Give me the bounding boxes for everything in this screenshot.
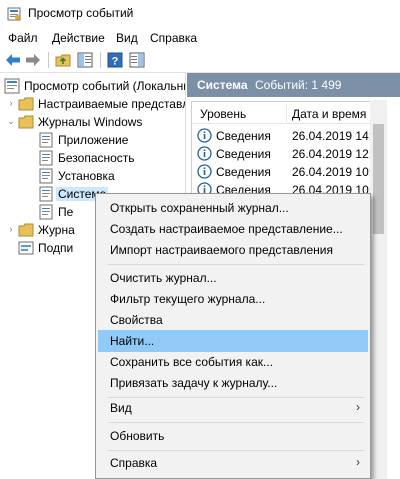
forward-arrow-icon[interactable] [24, 51, 42, 69]
event-viewer-app-icon [7, 7, 21, 21]
folder-icon [18, 97, 34, 111]
menu-separator [108, 450, 364, 451]
folder-icon [18, 115, 34, 129]
menu-item-help[interactable]: Справка › [98, 452, 368, 474]
menu-item-create-custom-view[interactable]: Создать настраиваемое представление... [98, 218, 368, 240]
log-icon [39, 132, 53, 148]
table-row[interactable]: Сведения 26.04.2019 10:31:1 [192, 163, 383, 181]
tree-item-label: Установка [58, 169, 115, 183]
toolbar-separator [100, 52, 101, 68]
subscriptions-icon [18, 241, 34, 255]
info-icon [197, 128, 212, 143]
tree-item-label: Просмотр событий (Локальны [24, 79, 186, 93]
log-icon [39, 186, 53, 202]
menu-item-view[interactable]: Вид › [98, 397, 368, 419]
menu-item-save-all-events[interactable]: Сохранить все события как... [98, 351, 368, 373]
title-bar: Просмотр событий [0, 0, 400, 28]
menu-item-open-saved-log[interactable]: Открыть сохраненный журнал... [98, 197, 368, 219]
pane-header: Система Событий: 1 499 [187, 73, 400, 97]
tree-item-label: Приложение [58, 133, 129, 147]
cell-level: Сведения [216, 165, 271, 179]
expand-arrow-icon[interactable]: › [6, 223, 16, 235]
info-icon [197, 146, 212, 161]
table-row[interactable]: Сведения 26.04.2019 12:00:0 [192, 145, 383, 163]
tree-item-windows-logs[interactable]: ⌄ Журналы Windows [0, 113, 185, 131]
scrollbar-thumb[interactable] [373, 124, 384, 234]
cell-level: Сведения [216, 129, 271, 143]
tree-item-custom-views[interactable]: › Настраиваемые представлени [0, 95, 186, 113]
tree-item-root[interactable]: Просмотр событий (Локальны [0, 77, 186, 95]
tree-item-label: Пе [58, 205, 74, 219]
table-header: Уровень Дата и время [192, 102, 383, 124]
log-icon [39, 168, 53, 184]
back-arrow-icon[interactable] [4, 51, 22, 69]
tree-item-label: Подпи [38, 241, 74, 255]
menu-item-find[interactable]: Найти... [98, 330, 368, 352]
expand-arrow-icon[interactable]: › [6, 97, 16, 109]
vertical-scrollbar[interactable] [370, 100, 387, 479]
menu-bar: Файл Действие Вид Справка [0, 28, 400, 48]
event-viewer-window: Просмотр событий Файл Действие Вид Справ… [0, 0, 400, 479]
help-icon[interactable]: ? [106, 51, 124, 69]
svg-text:?: ? [112, 56, 119, 68]
menu-file[interactable]: Файл [8, 31, 38, 45]
event-count: Событий: 1 499 [255, 78, 342, 92]
show-hide-tree-icon[interactable] [76, 51, 94, 69]
tree-item-security[interactable]: Безопасность [0, 149, 185, 167]
menu-separator [108, 264, 364, 265]
collapse-arrow-icon[interactable]: ⌄ [6, 115, 16, 127]
table-row[interactable]: Сведения 26.04.2019 14:29:1 [192, 127, 383, 145]
cell-level: Сведения [216, 147, 271, 161]
folder-up-icon[interactable] [54, 51, 72, 69]
submenu-arrow-icon: › [356, 455, 360, 469]
menu-help[interactable]: Справка [150, 31, 197, 45]
submenu-arrow-icon: › [356, 400, 360, 414]
event-viewer-icon [4, 78, 20, 94]
tree-item-label: Журна [38, 223, 75, 237]
folder-icon [18, 223, 34, 237]
tree-item-application[interactable]: Приложение [0, 131, 185, 149]
column-header-datetime[interactable]: Дата и время [292, 107, 366, 121]
menu-item-filter-current-log[interactable]: Фильтр текущего журнала... [98, 288, 368, 310]
tree-item-setup[interactable]: Установка [0, 167, 185, 185]
menu-item-import-custom-view[interactable]: Импорт настраиваемого представления [98, 239, 368, 261]
menu-item-properties[interactable]: Свойства [98, 309, 368, 331]
column-separator[interactable] [286, 104, 287, 122]
toolbar-separator [48, 52, 49, 68]
info-icon [197, 164, 212, 179]
pane-title: Система [197, 78, 248, 92]
toolbar: ? [0, 48, 400, 72]
tree-item-label: Настраиваемые представлени [38, 97, 185, 111]
context-menu: Открыть сохраненный журнал... Создать на… [95, 193, 371, 479]
tree-item-label: Журналы Windows [38, 115, 143, 129]
log-icon [39, 204, 53, 220]
menu-view[interactable]: Вид [116, 31, 138, 45]
show-hide-action-pane-icon[interactable] [128, 51, 146, 69]
column-header-level[interactable]: Уровень [200, 107, 246, 121]
tree-item-label: Безопасность [58, 151, 135, 165]
menu-item-attach-task[interactable]: Привязать задачу к журналу... [98, 372, 368, 394]
window-title: Просмотр событий [28, 6, 134, 20]
menu-item-refresh[interactable]: Обновить [98, 425, 368, 447]
log-icon [39, 150, 53, 166]
menu-separator [108, 422, 364, 423]
menu-item-clear-log[interactable]: Очистить журнал... [98, 267, 368, 289]
menu-action[interactable]: Действие [52, 31, 105, 45]
